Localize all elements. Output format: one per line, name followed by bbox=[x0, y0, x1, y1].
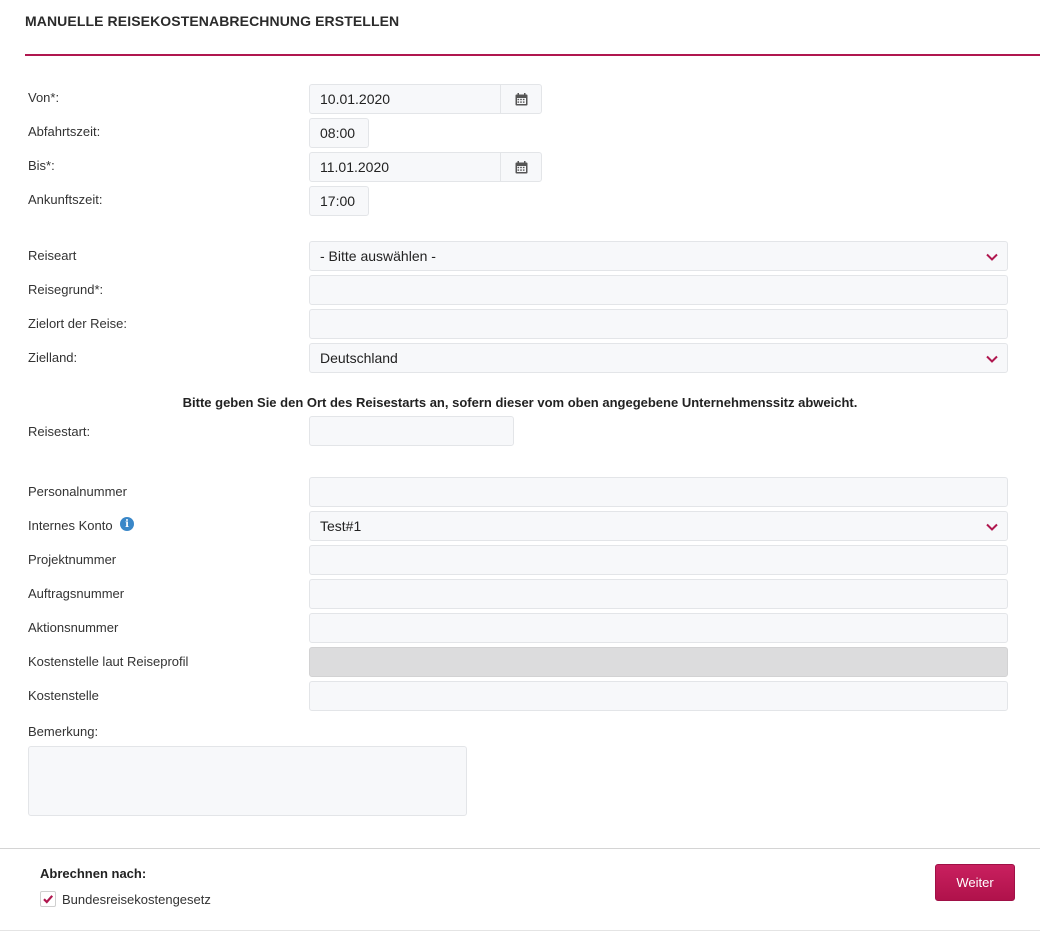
aktionsnummer-label: Aktionsnummer bbox=[28, 620, 119, 635]
internes-konto-label: Internes Konto bbox=[28, 518, 113, 533]
weiter-button[interactable]: Weiter bbox=[935, 864, 1015, 901]
kostenstelle-input[interactable] bbox=[309, 681, 1008, 711]
projektnummer-input[interactable] bbox=[309, 545, 1008, 575]
aktionsnummer-input[interactable] bbox=[309, 613, 1008, 643]
reisegrund-input[interactable] bbox=[309, 275, 1008, 305]
ankunftszeit-input[interactable]: 17:00 bbox=[309, 186, 369, 216]
page-title: MANUELLE REISEKOSTENABRECHNUNG ERSTELLEN bbox=[25, 13, 400, 29]
abfahrtszeit-label: Abfahrtszeit: bbox=[28, 124, 101, 139]
bundesreisekostengesetz-label[interactable]: Bundesreisekostengesetz bbox=[62, 892, 211, 907]
reisestart-notice: Bitte geben Sie den Ort des Reisestarts … bbox=[182, 395, 858, 410]
ankunftszeit-label: Ankunftszeit: bbox=[28, 192, 103, 207]
reiseart-value: - Bitte auswählen - bbox=[320, 248, 436, 264]
title-divider bbox=[25, 54, 1040, 56]
bis-label: Bis*: bbox=[28, 158, 55, 173]
von-calendar-button[interactable] bbox=[501, 85, 541, 113]
personalnummer-label: Personalnummer bbox=[28, 484, 127, 499]
kostenstelle-profil-label: Kostenstelle laut Reiseprofil bbox=[28, 654, 189, 669]
zielland-select[interactable]: Deutschland bbox=[309, 343, 1008, 373]
bis-calendar-button[interactable] bbox=[501, 153, 541, 181]
info-icon[interactable]: i bbox=[120, 517, 134, 531]
zielland-value: Deutschland bbox=[320, 350, 398, 366]
kostenstelle-profil-input bbox=[309, 647, 1008, 677]
projektnummer-label: Projektnummer bbox=[28, 552, 117, 567]
abfahrtszeit-input[interactable]: 08:00 bbox=[309, 118, 369, 148]
calendar-icon bbox=[515, 92, 527, 105]
checkmark-icon bbox=[43, 895, 54, 904]
reiseart-label: Reiseart bbox=[28, 248, 77, 263]
bemerkung-label: Bemerkung: bbox=[28, 724, 99, 739]
personalnummer-input[interactable] bbox=[309, 477, 1008, 507]
chevron-down-icon bbox=[986, 355, 998, 363]
calendar-icon bbox=[515, 160, 527, 173]
bundesreisekostengesetz-checkbox[interactable] bbox=[40, 891, 56, 907]
reiseart-select[interactable]: - Bitte auswählen - bbox=[309, 241, 1008, 271]
reisegrund-label: Reisegrund*: bbox=[28, 282, 104, 297]
internes-konto-select[interactable]: Test#1 bbox=[309, 511, 1008, 541]
zielort-label: Zielort der Reise: bbox=[28, 316, 127, 331]
abrechnen-nach-heading: Abrechnen nach: bbox=[40, 866, 147, 881]
von-label: Von*: bbox=[28, 90, 60, 105]
zielort-input[interactable] bbox=[309, 309, 1008, 339]
footer-bottom-border bbox=[0, 930, 1040, 931]
zielland-label: Zielland: bbox=[28, 350, 78, 365]
bis-input[interactable]: 11.01.2020 bbox=[310, 153, 501, 181]
kostenstelle-label: Kostenstelle bbox=[28, 688, 99, 703]
von-date-field: 10.01.2020 bbox=[309, 84, 542, 114]
reisestart-input[interactable] bbox=[309, 416, 514, 446]
von-input[interactable]: 10.01.2020 bbox=[310, 85, 501, 113]
footer-divider bbox=[0, 848, 1040, 849]
bemerkung-textarea[interactable] bbox=[28, 746, 467, 816]
auftragsnummer-input[interactable] bbox=[309, 579, 1008, 609]
chevron-down-icon bbox=[986, 253, 998, 261]
chevron-down-icon bbox=[986, 523, 998, 531]
internes-konto-value: Test#1 bbox=[320, 518, 362, 534]
bis-date-field: 11.01.2020 bbox=[309, 152, 542, 182]
reisestart-label: Reisestart: bbox=[28, 424, 91, 439]
auftragsnummer-label: Auftragsnummer bbox=[28, 586, 125, 601]
